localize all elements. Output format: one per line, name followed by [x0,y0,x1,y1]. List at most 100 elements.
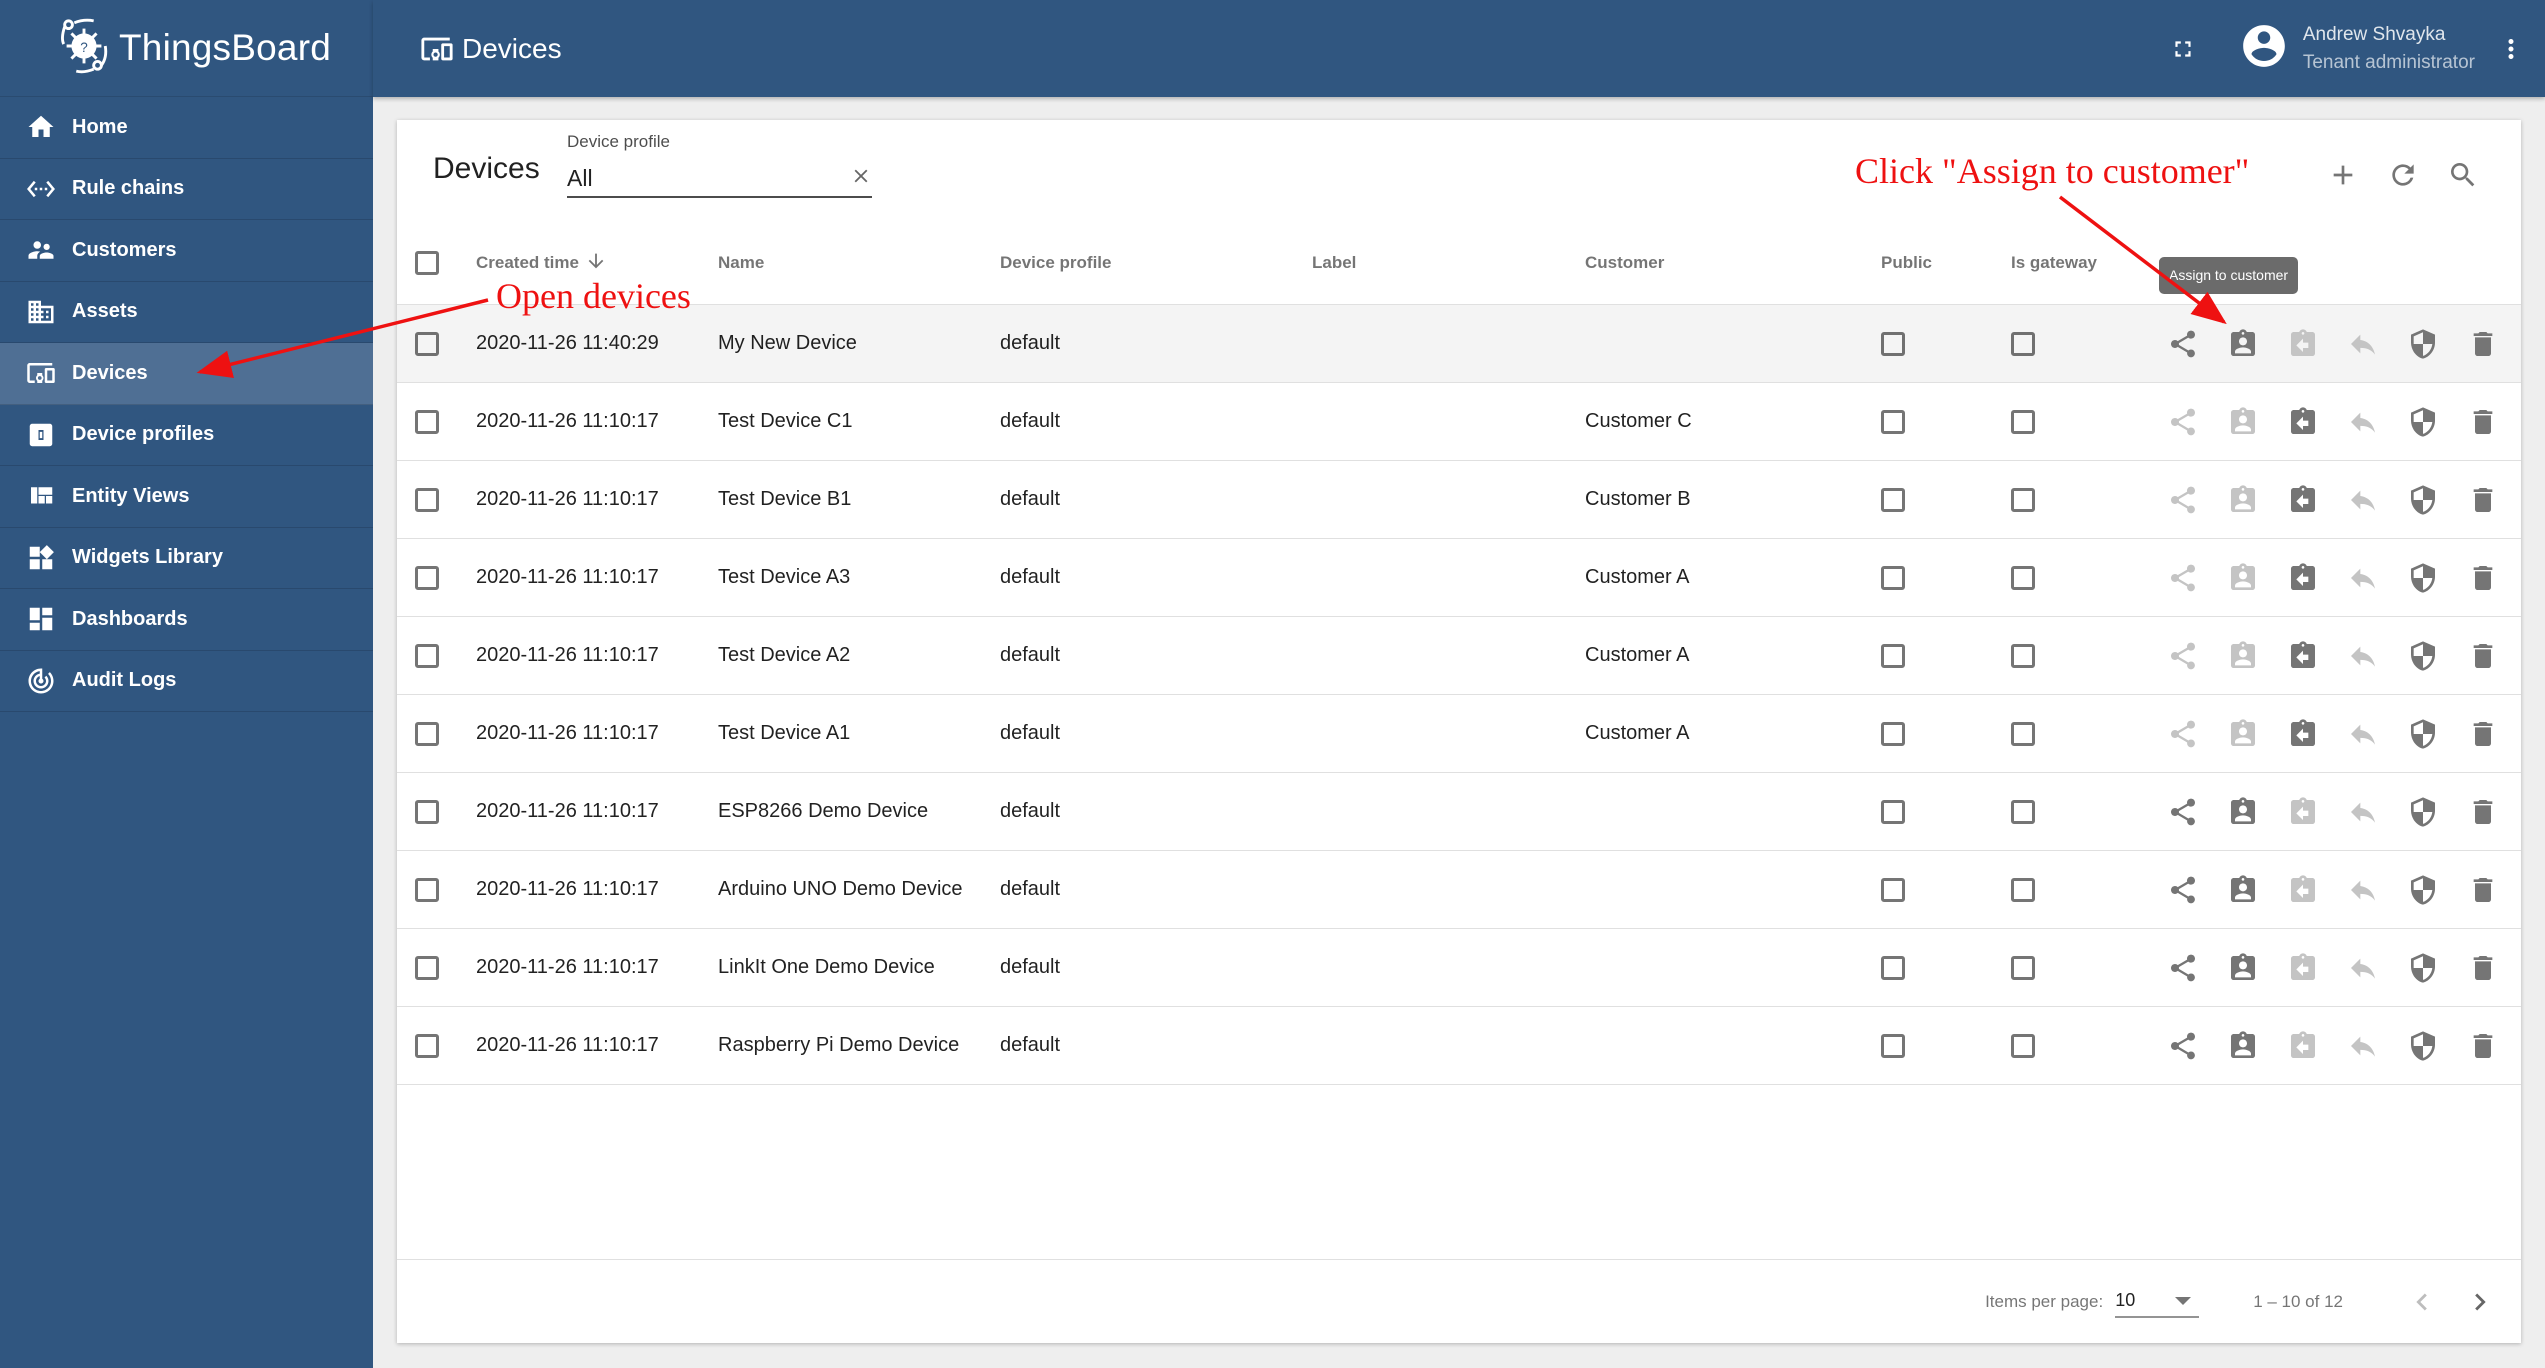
delete-button[interactable] [2453,470,2513,530]
make-public-button[interactable] [2153,860,2213,920]
row-checkbox[interactable] [415,721,439,746]
search-button[interactable] [2433,150,2493,200]
cell-device-profile: default [1000,410,1061,432]
delete-icon [2473,955,2493,980]
column-label: Created time [476,253,579,272]
add-device-button[interactable] [2313,150,2373,200]
delete-button[interactable] [2453,626,2513,686]
assign-to-customer-button[interactable] [2213,314,2273,374]
make-public-button[interactable] [2153,314,2213,374]
make-public-button[interactable] [2153,782,2213,842]
unassign-from-customer-button[interactable] [2273,470,2333,530]
row-checkbox[interactable] [415,643,439,668]
delete-button[interactable] [2453,704,2513,764]
sidebar-item-assets[interactable]: Assets [0,282,373,343]
table-row[interactable]: 2020-11-26 11:10:17 Test Device A1 default… [397,695,2521,773]
cell-created-time: 2020-11-26 11:10:17 [476,566,659,588]
delete-button[interactable] [2453,860,2513,920]
column-header-created-time[interactable]: Created time [476,250,718,277]
unassign-from-customer-button[interactable] [2273,704,2333,764]
refresh-icon [2392,164,2414,186]
clear-filter-button[interactable] [850,165,872,192]
row-checkbox[interactable] [415,955,439,980]
table-row[interactable]: 2020-11-26 11:10:17 LinkIt One Demo Devic… [397,929,2521,1007]
select-all-checkbox[interactable] [415,251,439,275]
device-profile-input[interactable]: All [567,160,872,198]
make-public-button[interactable] [2153,938,2213,998]
assign-to-customer-button[interactable] [2213,860,2273,920]
paginator: Items per page: 10 1 – 10 of 12 [397,1259,2521,1343]
security-icon [2411,640,2435,671]
table-row[interactable]: 2020-11-26 11:10:17 Test Device C1 default… [397,383,2521,461]
sidebar-item-home[interactable]: Home [0,97,373,159]
is-gateway-checkbox [2011,799,2035,824]
column-header-customer[interactable]: Customer [1585,253,1881,273]
column-header-public[interactable]: Public [1881,253,2011,273]
manage-credentials-button[interactable] [2393,392,2453,452]
sidebar-item-customers[interactable]: Customers [0,220,373,282]
row-checkbox[interactable] [415,331,439,356]
unassign-from-customer-button[interactable] [2273,626,2333,686]
table-row[interactable]: 2020-11-26 11:10:17 Raspberry Pi Demo Dev… [397,1007,2521,1085]
logo[interactable]: ? ThingsBoard [0,0,373,97]
table-row[interactable]: 2020-11-26 11:10:17 Arduino UNO Demo Devi… [397,851,2521,929]
next-page-button[interactable] [2451,1273,2509,1331]
delete-button[interactable] [2453,548,2513,608]
table-row[interactable]: 2020-11-26 11:40:29 My New Device default [397,305,2521,383]
is-gateway-checkbox [2011,331,2035,356]
cell-name: My New Device [718,332,857,354]
manage-credentials-button[interactable] [2393,938,2453,998]
assign-to-customer-button[interactable] [2213,1016,2273,1076]
unassign-from-customer-button[interactable] [2273,392,2333,452]
sidebar-item-rule-chains[interactable]: Rule chains [0,159,373,220]
row-checkbox[interactable] [415,877,439,902]
manage-credentials-button[interactable] [2393,782,2453,842]
sidebar-item-device-profiles[interactable]: Device profiles [0,405,373,466]
table-row[interactable]: 2020-11-26 11:10:17 Test Device A3 default… [397,539,2521,617]
manage-credentials-button[interactable] [2393,860,2453,920]
column-header-is-gateway[interactable]: Is gateway [2011,253,2151,273]
manage-credentials-button[interactable] [2393,626,2453,686]
row-checkbox[interactable] [415,799,439,824]
column-header-name[interactable]: Name [718,253,1000,273]
user-menu-button[interactable] [2491,24,2531,74]
user-info[interactable]: Andrew Shvayka Tenant administrator [2303,21,2475,77]
row-checkbox[interactable] [415,487,439,512]
delete-button[interactable] [2453,314,2513,374]
assign-to-customer-button[interactable] [2213,938,2273,998]
table-row[interactable]: 2020-11-26 11:10:17 ESP8266 Demo Device de… [397,773,2521,851]
table-row[interactable]: 2020-11-26 11:10:17 Test Device A2 default… [397,617,2521,695]
sidebar-item-devices[interactable]: Devices [0,343,373,405]
column-header-device-profile[interactable]: Device profile [1000,253,1312,273]
manage-credentials-button[interactable] [2393,314,2453,374]
column-header-label[interactable]: Label [1312,253,1585,273]
refresh-button[interactable] [2373,150,2433,200]
manage-credentials-button[interactable] [2393,548,2453,608]
sidebar-item-audit-logs[interactable]: Audit Logs [0,651,373,712]
manage-credentials-button[interactable] [2393,704,2453,764]
row-checkbox[interactable] [415,1033,439,1058]
delete-button[interactable] [2453,392,2513,452]
manage-credentials-button[interactable] [2393,1016,2453,1076]
row-checkbox[interactable] [415,409,439,434]
fullscreen-button[interactable] [2163,29,2203,69]
unassign-from-customer-button[interactable] [2273,548,2333,608]
previous-page-button[interactable] [2393,1273,2451,1331]
sidebar-item-dashboards[interactable]: Dashboards [0,589,373,651]
sidebar-item-widgets-library[interactable]: Widgets Library [0,528,373,589]
user-avatar[interactable] [2239,21,2289,76]
row-checkbox[interactable] [415,565,439,590]
items-per-page-select[interactable]: 10 [2115,1286,2200,1318]
manage-credentials-button[interactable] [2393,470,2453,530]
assign-to-customer-button[interactable] [2213,782,2273,842]
is-gateway-checkbox [2011,955,2035,980]
table-row[interactable]: 2020-11-26 11:10:17 Test Device B1 default… [397,461,2521,539]
make-public-button[interactable] [2153,1016,2213,1076]
app-name: ThingsBoard [119,27,331,68]
device-profile-filter[interactable]: Device profile All [567,132,872,198]
sidebar-item-entity-views[interactable]: Entity Views [0,466,373,528]
delete-button[interactable] [2453,782,2513,842]
delete-button[interactable] [2453,938,2513,998]
delete-button[interactable] [2453,1016,2513,1076]
delete-icon [2473,799,2493,824]
